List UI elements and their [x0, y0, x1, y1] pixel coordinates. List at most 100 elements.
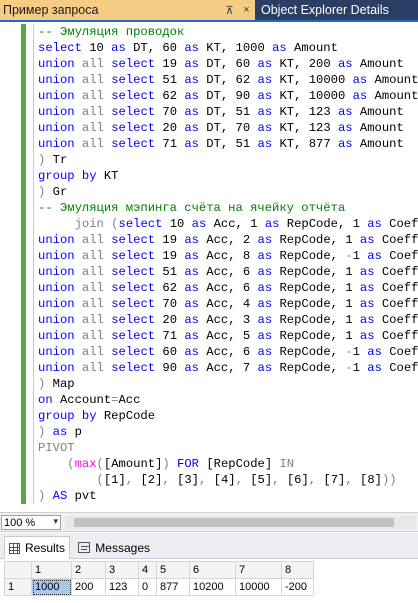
- code-token: as: [184, 105, 199, 119]
- code-token: as: [184, 345, 199, 359]
- code-token: all: [81, 297, 104, 311]
- code-token: all: [81, 249, 104, 263]
- code-token: (: [96, 473, 104, 487]
- code-token: Tr: [45, 153, 68, 167]
- code-token: ): [162, 457, 170, 471]
- code-line: ([1], [2], [3], [4], [5], [6], [7], [8])…: [38, 472, 418, 488]
- code-token: (: [96, 457, 104, 471]
- code-token: [2]: [133, 473, 163, 487]
- code-token: as: [337, 105, 353, 119]
- table-cell[interactable]: 200: [71, 578, 106, 596]
- column-header[interactable]: 8: [281, 561, 314, 579]
- code-token: all: [81, 57, 104, 71]
- close-icon[interactable]: ×: [238, 0, 255, 20]
- code-line: union all select 20 as DT, 70 as KT, 123…: [38, 120, 418, 136]
- table-cell[interactable]: 10200: [189, 578, 236, 596]
- code-token: as: [367, 361, 382, 375]
- code-token: as: [257, 89, 273, 103]
- table-cell[interactable]: 0: [138, 578, 157, 596]
- code-token: 60: [155, 345, 185, 359]
- code-token: Amount: [352, 57, 404, 71]
- table-cell[interactable]: -200: [281, 578, 314, 596]
- code-token: [7]: [316, 473, 346, 487]
- code-token: -: [345, 249, 353, 263]
- code-token: Amount: [352, 121, 404, 135]
- table-cell[interactable]: 877: [156, 578, 190, 596]
- column-header[interactable]: 6: [189, 561, 236, 579]
- code-token: 19: [155, 233, 185, 247]
- column-header[interactable]: 3: [105, 561, 139, 579]
- table-cell[interactable]: 123: [105, 578, 139, 596]
- code-token: select: [111, 345, 156, 359]
- table-cell-selected[interactable]: 1000: [31, 578, 72, 596]
- code-token: as: [257, 73, 273, 87]
- code-token: 20: [155, 313, 185, 327]
- code-line: union all select 19 as DT, 60 as KT, 200…: [38, 56, 418, 72]
- code-line: union all select 70 as DT, 51 as KT, 123…: [38, 104, 418, 120]
- zoom-value: 100 %: [4, 516, 36, 529]
- query-editor[interactable]: -- Эмуляция проводок select 10 as DT, 60 …: [0, 22, 418, 512]
- messages-icon: [78, 542, 91, 553]
- code-token: RepCode, 1: [272, 281, 360, 295]
- tab-messages[interactable]: Messages: [74, 536, 154, 559]
- tab-results[interactable]: Results: [4, 536, 70, 559]
- code-token: select: [111, 137, 156, 151]
- code-token: Amount: [367, 73, 418, 87]
- code-token: as: [257, 281, 273, 295]
- row-number[interactable]: 1: [4, 578, 32, 596]
- code-token: group: [38, 169, 75, 183]
- code-token: KT, 123: [272, 121, 338, 135]
- code-token: Amount: [367, 89, 418, 103]
- code-token: 1: [352, 361, 368, 375]
- code-token: as: [257, 233, 273, 247]
- code-token: -- Эмуляция мэпинга счёта на ячейку отчё…: [38, 201, 346, 215]
- tab-query-example-label: Пример запроса: [3, 3, 99, 17]
- column-header[interactable]: 1: [31, 561, 72, 579]
- code-token: as: [184, 265, 199, 279]
- scrollbar-thumb[interactable]: [74, 518, 394, 527]
- code-token: as: [184, 361, 199, 375]
- code-line: union all select 51 as Acc, 6 as RepCode…: [38, 264, 418, 280]
- code-token: RepCode: [96, 409, 156, 423]
- code-token: as: [359, 265, 375, 279]
- code-token: DT, 51: [198, 137, 258, 151]
- column-header[interactable]: 4: [138, 561, 157, 579]
- code-token: ,: [162, 473, 170, 487]
- code-line: select 10 as DT, 60 as KT, 1000 as Amoun…: [38, 40, 418, 56]
- column-header[interactable]: [4, 561, 32, 579]
- tab-object-explorer-details[interactable]: Object Explorer Details: [258, 0, 418, 20]
- code-token: select: [111, 105, 156, 119]
- table-cell[interactable]: 10000: [235, 578, 282, 596]
- column-header[interactable]: 5: [156, 561, 190, 579]
- zoom-dropdown[interactable]: 100 % ▾: [1, 515, 61, 530]
- code-token: 90: [155, 361, 185, 375]
- code-line: group by KT: [38, 168, 418, 184]
- code-token: all: [81, 361, 104, 375]
- column-header[interactable]: 7: [235, 561, 282, 579]
- table-header-row: 1 2 3 4 5 6 7 8: [4, 561, 314, 579]
- tab-query-example[interactable]: Пример запроса ⊼ ×: [0, 0, 255, 20]
- results-tab-strip: Results Messages: [0, 533, 418, 559]
- code-token: union: [38, 137, 75, 151]
- code-token: union: [38, 121, 75, 135]
- code-token: DT, 70: [198, 121, 258, 135]
- code-token: all: [81, 137, 104, 151]
- pin-icon[interactable]: ⊼: [221, 0, 238, 20]
- code-line: ) as p: [38, 424, 418, 440]
- code-token: as: [184, 313, 199, 327]
- horizontal-scrollbar[interactable]: [66, 516, 416, 529]
- column-header[interactable]: 2: [71, 561, 106, 579]
- code-token: Acc, 5: [198, 329, 258, 343]
- code-line: group by RepCode: [38, 408, 418, 424]
- code-token: union: [38, 265, 75, 279]
- code-token: all: [81, 121, 104, 135]
- code-token: select: [111, 329, 156, 343]
